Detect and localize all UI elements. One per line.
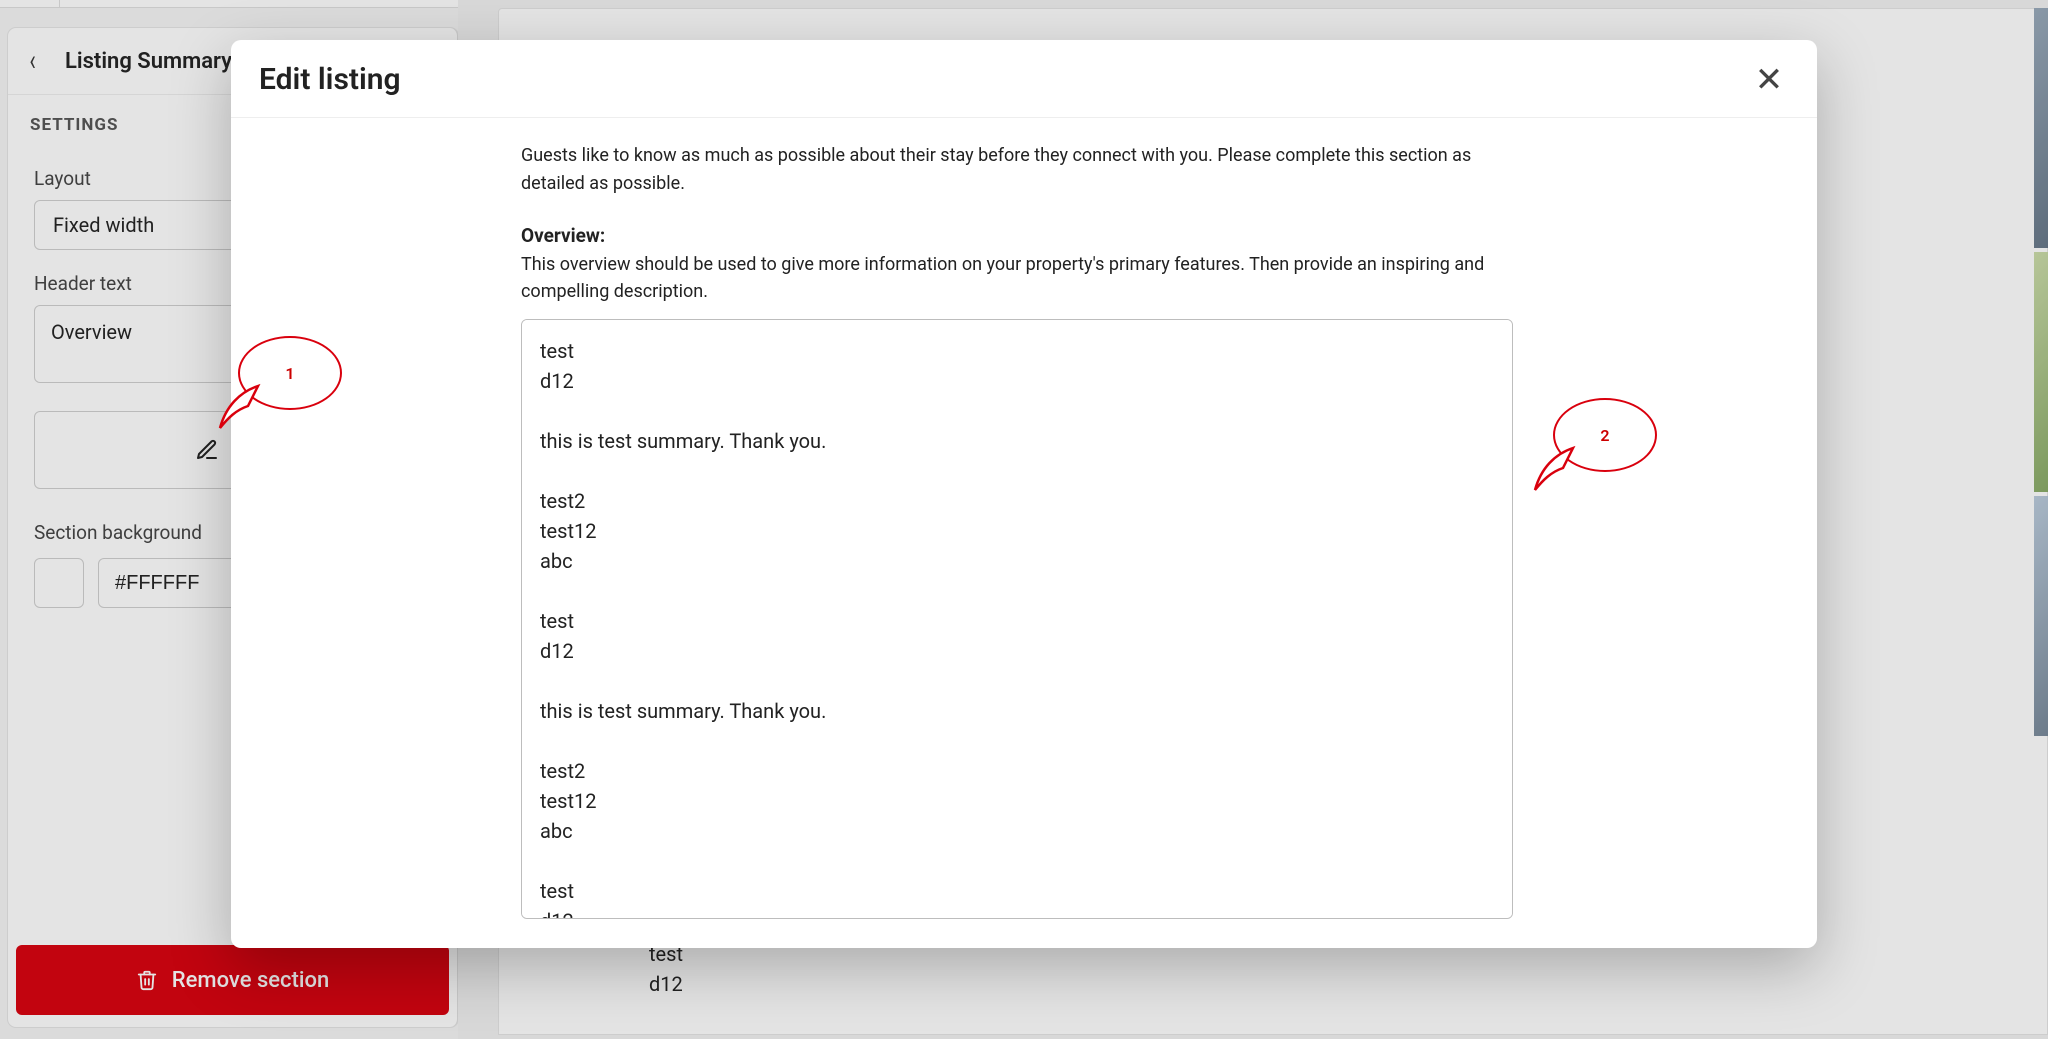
close-icon[interactable]: ✕ <box>1749 63 1789 97</box>
modal-body: Guests like to know as much as possible … <box>231 118 1817 948</box>
modal-title: Edit listing <box>259 62 401 97</box>
overview-description: This overview should be used to give mor… <box>521 251 1527 305</box>
modal-header: Edit listing ✕ <box>231 40 1817 118</box>
modal-overlay[interactable]: Edit listing ✕ Guests like to know as mu… <box>0 0 2048 1039</box>
app-root: ‹ Listing Summary SETTINGS Layout Fixed … <box>0 0 2048 1039</box>
overview-heading: Overview: <box>521 224 1527 247</box>
overview-textarea[interactable] <box>521 319 1513 919</box>
edit-listing-modal: Edit listing ✕ Guests like to know as mu… <box>231 40 1817 948</box>
modal-intro-text: Guests like to know as much as possible … <box>521 142 1527 198</box>
